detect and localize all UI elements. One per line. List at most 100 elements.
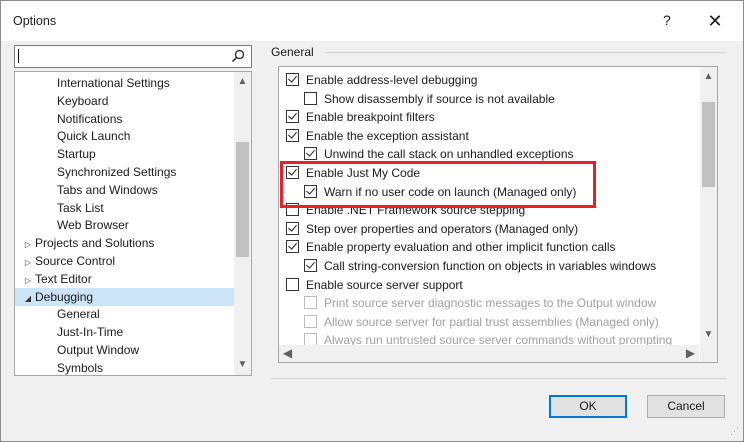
option-label: Warn if no user code on launch (Managed … bbox=[324, 184, 577, 199]
checked-checkbox[interactable] bbox=[304, 184, 317, 198]
option-label: Enable the exception assistant bbox=[306, 128, 469, 143]
tree-item[interactable]: Task List bbox=[15, 199, 104, 217]
option-label: Call string-conversion function on objec… bbox=[324, 259, 657, 273]
tree-item[interactable]: Keyboard bbox=[15, 92, 108, 110]
checked-checkbox[interactable] bbox=[286, 73, 299, 86]
options-list[interactable]: Always run untrusted source server comma… bbox=[278, 66, 718, 363]
option-row[interactable]: Enable source server support bbox=[286, 276, 463, 294]
ok-button[interactable]: OK bbox=[549, 395, 627, 418]
options-horizontal-scrollbar[interactable]: ◀ ▶ bbox=[279, 345, 699, 362]
scroll-down-icon[interactable]: ▼ bbox=[234, 357, 251, 373]
tree-item[interactable]: Startup bbox=[15, 145, 96, 163]
option-row: Print source server diagnostic messages … bbox=[304, 294, 656, 312]
tree-item[interactable]: Output Window bbox=[15, 341, 139, 359]
checked-checkbox[interactable] bbox=[286, 166, 299, 179]
tree-item[interactable]: Web Browser bbox=[15, 216, 129, 234]
tree-item[interactable]: Just-In-Time bbox=[15, 323, 123, 341]
tree-item-label: Synchronized Settings bbox=[57, 165, 177, 179]
option-label: Step over properties and operators (Mana… bbox=[306, 221, 579, 236]
text-caret bbox=[18, 49, 19, 63]
scroll-right-icon[interactable]: ▶ bbox=[682, 345, 699, 362]
tree-item-label: Just-In-Time bbox=[57, 325, 124, 340]
scrollbar-corner bbox=[700, 345, 717, 362]
option-row[interactable]: Show disassembly if source is not availa… bbox=[304, 90, 555, 108]
tree-item[interactable]: ▷ Projects and Solutions bbox=[15, 234, 154, 252]
tree-item-label: Task List bbox=[57, 200, 104, 215]
option-row[interactable]: Warn if no user code on launch (Managed … bbox=[304, 183, 576, 201]
search-icon[interactable] bbox=[231, 49, 245, 66]
unchecked-checkbox[interactable] bbox=[304, 91, 317, 105]
tree-item-label: Projects and Solutions bbox=[35, 236, 155, 251]
help-button[interactable]: ? bbox=[663, 12, 671, 28]
checked-checkbox[interactable] bbox=[286, 128, 299, 142]
checked-checkbox[interactable] bbox=[304, 147, 317, 161]
cancel-button[interactable]: Cancel bbox=[647, 395, 725, 418]
dialog-title: Options bbox=[13, 14, 57, 28]
tree-item-label: International Settings bbox=[57, 76, 170, 90]
tree-item[interactable]: General bbox=[15, 305, 100, 323]
collapsed-arrow-icon[interactable]: ▷ bbox=[21, 236, 35, 254]
tree-item-label: Debugging bbox=[35, 289, 94, 304]
option-row[interactable]: Enable address-level debugging bbox=[286, 71, 477, 89]
option-row[interactable]: Step over properties and operators (Mana… bbox=[286, 220, 578, 238]
unchecked-checkbox[interactable] bbox=[286, 203, 299, 217]
scrollbar-thumb[interactable] bbox=[236, 142, 249, 257]
option-label: Enable Just My Code bbox=[306, 166, 421, 180]
tree-item-label: Output Window bbox=[57, 343, 140, 357]
tree-item[interactable]: ▷ Source Control bbox=[15, 252, 115, 270]
checked-checkbox[interactable] bbox=[286, 110, 299, 124]
group-label-general: General bbox=[271, 45, 314, 59]
tree-item[interactable]: ▷ Text Editor bbox=[15, 270, 92, 288]
scroll-left-icon[interactable]: ◀ bbox=[279, 345, 296, 362]
options-tree[interactable]: Symbols Output Window Just-In-Time General ◢… bbox=[14, 71, 252, 376]
tree-vertical-scrollbar[interactable]: ▲ ▼ bbox=[234, 72, 251, 375]
collapsed-arrow-icon[interactable]: ▷ bbox=[21, 272, 35, 290]
options-vertical-scrollbar[interactable]: ▲ ▼ bbox=[700, 67, 717, 345]
checked-checkbox[interactable] bbox=[286, 240, 299, 254]
tree-item[interactable]: International Settings bbox=[15, 74, 170, 92]
option-label: Enable source server support bbox=[306, 277, 463, 292]
tree-item-label: Tabs and Windows bbox=[57, 182, 158, 197]
tree-item[interactable]: Synchronized Settings bbox=[15, 163, 176, 181]
tree-item-label: Web Browser bbox=[57, 218, 129, 233]
footer-divider bbox=[271, 378, 727, 379]
tree-item-label: Quick Launch bbox=[57, 129, 131, 144]
option-label: Enable breakpoint filters bbox=[306, 110, 435, 125]
scroll-down-icon[interactable]: ▼ bbox=[700, 327, 717, 343]
scrollbar-thumb[interactable] bbox=[702, 102, 715, 187]
close-button[interactable]: ✕ bbox=[701, 7, 729, 35]
unchecked-checkbox bbox=[304, 296, 317, 310]
unchecked-checkbox[interactable] bbox=[286, 277, 299, 291]
option-row[interactable]: Unwind the call stack on unhandled excep… bbox=[304, 145, 574, 163]
checked-checkbox[interactable] bbox=[286, 221, 299, 235]
scroll-up-icon[interactable]: ▲ bbox=[700, 69, 717, 85]
tree-item[interactable]: Tabs and Windows bbox=[15, 181, 158, 199]
option-row[interactable]: Enable property evaluation and other imp… bbox=[286, 238, 616, 256]
option-row[interactable]: Enable the exception assistant bbox=[286, 127, 469, 145]
option-row[interactable]: Enable .NET Framework source stepping bbox=[286, 201, 525, 219]
tree-item-label: Text Editor bbox=[35, 271, 92, 286]
tree-item-label: Notifications bbox=[57, 111, 123, 126]
option-label: Enable .NET Framework source stepping bbox=[306, 203, 526, 218]
option-row[interactable]: Enable breakpoint filters bbox=[286, 108, 435, 126]
unchecked-checkbox bbox=[304, 314, 317, 328]
option-row: Allow source server for partial trust as… bbox=[304, 313, 659, 331]
collapsed-arrow-icon[interactable]: ▷ bbox=[21, 254, 35, 272]
expanded-arrow-icon[interactable]: ◢ bbox=[21, 290, 35, 308]
resize-grip-icon[interactable]: ⋰ bbox=[730, 426, 739, 437]
tree-item[interactable]: Quick Launch bbox=[15, 127, 130, 145]
option-label: Print source server diagnostic messages … bbox=[324, 296, 657, 311]
options-dialog: Options ? ✕ Symbols Output Window Just-In-… bbox=[0, 0, 744, 442]
tree-item-label: Source Control bbox=[35, 254, 116, 268]
scroll-up-icon[interactable]: ▲ bbox=[234, 74, 251, 90]
tree-item[interactable]: ◢ Debugging bbox=[15, 287, 239, 308]
search-input[interactable] bbox=[14, 45, 252, 68]
option-row[interactable]: Enable Just My Code bbox=[286, 164, 420, 182]
option-row[interactable]: Call string-conversion function on objec… bbox=[304, 257, 656, 275]
tree-item[interactable]: Symbols bbox=[15, 359, 103, 375]
checked-checkbox[interactable] bbox=[304, 259, 317, 272]
group-divider bbox=[326, 52, 726, 53]
option-label: Unwind the call stack on unhandled excep… bbox=[324, 147, 574, 162]
tree-item[interactable]: Notifications bbox=[15, 110, 122, 128]
tree-item-label: Startup bbox=[57, 147, 96, 162]
